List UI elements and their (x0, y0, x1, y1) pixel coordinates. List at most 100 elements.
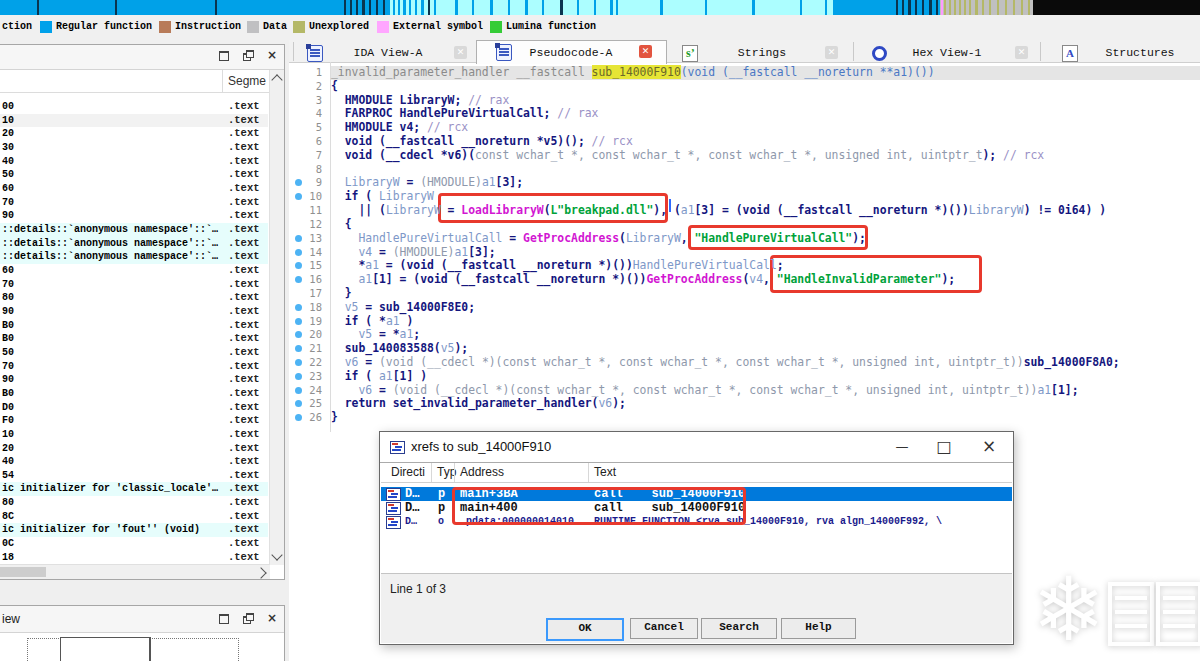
function-row[interactable]: 10.text (0, 114, 268, 128)
function-row[interactable]: ic initializer for 'fout'' (void).text (0, 523, 268, 537)
function-row[interactable]: 40.text (0, 155, 268, 169)
close-icon[interactable]: × (267, 612, 280, 625)
overview-viewport-box[interactable] (60, 637, 151, 661)
code-line-25[interactable]: return set_invalid_parameter_handler(v6)… (331, 397, 626, 411)
function-row[interactable]: ic initializer for 'classic_locale'….tex… (0, 482, 268, 496)
function-row[interactable]: F0.text (0, 414, 268, 428)
code-line-15[interactable]: *a1 = (void (__fastcall __noreturn *)())… (331, 259, 784, 273)
code-line-7[interactable]: void (__cdecl *v6)(const wchar_t *, cons… (331, 149, 1044, 163)
xrefs-dialog-titlebar[interactable]: xrefs to sub_14000F910 — □ × (380, 432, 1013, 463)
line-marker-dot[interactable] (295, 387, 302, 394)
functions-vscrollbar[interactable] (269, 70, 284, 565)
functions-hscrollbar[interactable] (0, 564, 270, 579)
line-marker-dot[interactable] (295, 235, 302, 242)
function-row[interactable]: 8C.text (0, 510, 268, 524)
code-line-16[interactable]: a1[1] = (void (__fastcall __noreturn *)(… (331, 273, 955, 287)
code-line-19[interactable]: if ( *a1 ) (331, 315, 413, 329)
code-line-2[interactable]: { (331, 80, 338, 94)
function-row[interactable]: 70.text (0, 196, 268, 210)
line-marker-dot[interactable] (295, 304, 302, 311)
help-button[interactable]: Help (781, 618, 856, 639)
code-line-5[interactable]: HMODULE v4; // rcx (331, 121, 468, 135)
code-line-26[interactable]: } (331, 411, 338, 425)
tab-close-icon[interactable]: ✕ (825, 46, 838, 59)
maximize-icon[interactable] (217, 612, 230, 625)
close-icon[interactable]: × (969, 432, 1009, 461)
code-line-6[interactable]: void (__fastcall __noreturn *v5)(); // r… (331, 135, 633, 149)
restore-icon[interactable] (242, 612, 255, 625)
function-row[interactable]: 40.text (0, 455, 268, 469)
function-row[interactable]: 60.text (0, 182, 268, 196)
function-row[interactable]: 00.text (0, 100, 268, 114)
tab-ida-view-a[interactable]: IDA View-A✕ (293, 42, 477, 61)
functions-header[interactable]: Segme (0, 70, 270, 93)
function-row[interactable]: 90.text (0, 305, 268, 319)
function-row[interactable]: 20.text (0, 127, 268, 141)
function-row[interactable]: D0.text (0, 401, 268, 415)
code-line-24[interactable]: v6 = (void (__cdecl *)(const wchar_t *, … (331, 384, 1079, 398)
tab-close-icon[interactable]: ✕ (1015, 46, 1028, 59)
navigator-band[interactable] (0, 0, 1200, 15)
function-row[interactable]: 60.text (0, 264, 268, 278)
function-row[interactable]: 90.text (0, 209, 268, 223)
function-row[interactable]: B0.text (0, 319, 268, 333)
segment-column-header[interactable]: Segme (228, 74, 266, 88)
close-icon[interactable]: × (267, 49, 280, 62)
tab-pseudocode-a[interactable]: Pseudocode-A✕ (476, 40, 667, 64)
code-line-20[interactable]: v5 = *a1; (331, 328, 420, 342)
function-row[interactable]: 0C.text (0, 537, 268, 551)
cancel-button[interactable]: Cancel (630, 618, 698, 639)
function-row[interactable]: 90.text (0, 373, 268, 387)
tab-structures[interactable]: AStructures (1041, 42, 1200, 61)
tab-hex-view-1[interactable]: Hex View-1✕ (854, 42, 1041, 61)
line-marker-dot[interactable] (295, 373, 302, 380)
function-row[interactable]: ::details::`anonymous namespace'::`….tex… (0, 237, 268, 251)
maximize-icon[interactable] (217, 49, 230, 62)
line-marker-dot[interactable] (295, 318, 302, 325)
function-row[interactable]: 70.text (0, 278, 268, 292)
code-line-4[interactable]: FARPROC HandlePureVirtualCall; // rax (331, 107, 598, 121)
function-row[interactable]: 20.text (0, 442, 268, 456)
code-line-1[interactable]: _invalid_parameter_handler __fastcall su… (331, 66, 935, 80)
hscroll-thumb[interactable] (0, 567, 46, 577)
function-row[interactable]: 70.text (0, 360, 268, 374)
code-line-14[interactable]: v4 = (HMODULE)a1[3]; (331, 246, 496, 260)
function-row[interactable]: ::details::`anonymous namespace'::`….tex… (0, 250, 268, 264)
code-line-18[interactable]: v5 = sub_14000F8E0; (331, 301, 475, 315)
code-line-22[interactable]: v6 = (void (__cdecl *)(const wchar_t *, … (331, 356, 1120, 370)
minimize-icon[interactable]: — (882, 432, 922, 461)
code-line-13[interactable]: HandlePureVirtualCall = GetProcAddress(L… (331, 232, 866, 246)
code-line-17[interactable]: } (331, 287, 352, 301)
tab-close-icon[interactable]: ✕ (454, 46, 467, 59)
function-row[interactable]: 80.text (0, 496, 268, 510)
search-button[interactable]: Search (701, 618, 777, 639)
line-marker-dot[interactable] (295, 249, 302, 256)
column-header-text[interactable]: Text (594, 465, 616, 479)
line-marker-dot[interactable] (295, 359, 302, 366)
code-line-9[interactable]: LibraryW = (HMODULE)a1[3]; (331, 176, 523, 190)
function-row[interactable]: 80.text (0, 291, 268, 305)
maximize-icon[interactable]: □ (924, 432, 964, 461)
function-row[interactable]: 18.text (0, 551, 268, 565)
code-line-23[interactable]: if ( a1[1] ) (331, 370, 427, 384)
scroll-right-icon[interactable] (255, 567, 266, 578)
function-row[interactable]: 50.text (0, 168, 268, 182)
scroll-up-icon[interactable] (271, 74, 282, 85)
function-row[interactable]: 10.text (0, 428, 268, 442)
ok-button[interactable]: OK (546, 618, 624, 641)
restore-icon[interactable] (242, 49, 255, 62)
column-header-address[interactable]: Address (460, 465, 504, 479)
function-row[interactable]: ::details::`anonymous namespace'::`….tex… (0, 223, 268, 237)
function-row[interactable]: B0.text (0, 332, 268, 346)
code-line-3[interactable]: HMODULE LibraryW; // rax (331, 94, 509, 108)
code-line-12[interactable]: { (331, 218, 352, 232)
xrefs-table-header[interactable]: DirectiTypAddressText (381, 463, 1012, 483)
tab-strings[interactable]: s’Strings✕ (666, 42, 854, 61)
code-line-10[interactable]: if ( LibraryW (331, 190, 434, 204)
scroll-down-icon[interactable] (271, 549, 282, 560)
function-row[interactable]: B0.text (0, 387, 268, 401)
function-row[interactable]: 54.text (0, 469, 268, 483)
function-row[interactable]: 50.text (0, 346, 268, 360)
tab-close-icon[interactable]: ✕ (639, 45, 652, 58)
column-header-directi[interactable]: Directi (391, 465, 425, 479)
